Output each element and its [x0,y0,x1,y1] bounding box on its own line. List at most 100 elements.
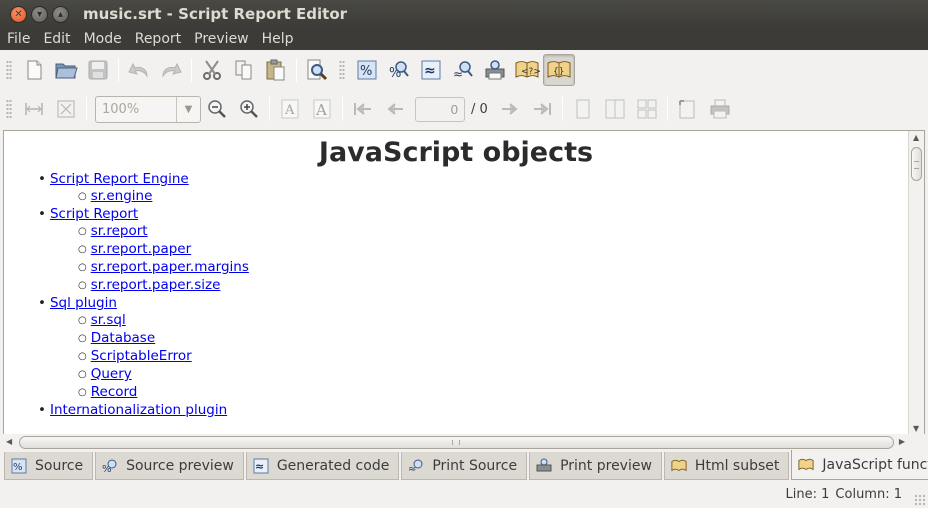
tab-label: Source [35,457,84,474]
facing-pages-icon[interactable] [599,93,631,125]
all-pages-icon[interactable] [631,93,663,125]
tab-source-preview[interactable]: % Source preview [95,452,244,480]
tab-source[interactable]: % Source [4,452,94,480]
menu-preview[interactable]: Preview [187,31,255,47]
print-source-icon: ≈ [408,458,424,474]
main-toolbar: % % ≈ ≈ <?> {} [0,50,928,90]
tab-label: Source preview [126,457,234,474]
chevron-down-icon[interactable]: ▼ [176,96,200,122]
font-larger-icon[interactable]: A [274,93,306,125]
link-script-report-engine[interactable]: Script Report Engine [50,171,189,187]
source-preview-icon: % [102,458,118,474]
tab-javascript-functions[interactable]: JavaScript functions [791,450,928,480]
menu-mode[interactable]: Mode [77,31,128,47]
horizontal-scrollbar[interactable]: ◀ ▶ [3,434,925,450]
menu-help[interactable]: Help [255,31,300,47]
cursor-column: Column: 1 [835,486,902,502]
report-view[interactable]: JavaScript objects Script Report Engine … [3,130,925,436]
link-scriptable-error[interactable]: ScriptableError [91,348,192,364]
print-source-icon[interactable]: ≈ [447,54,479,86]
tab-print-preview[interactable]: Print preview [529,452,662,480]
page-setup-icon[interactable] [672,93,704,125]
list-item: Database [78,330,908,348]
page-total: / 0 [471,101,488,117]
redo-icon[interactable] [155,54,187,86]
find-icon[interactable] [301,54,333,86]
menu-edit[interactable]: Edit [36,31,76,47]
save-icon[interactable] [82,54,114,86]
preview-toolbar: 100% ▼ A A / 0 [0,90,928,128]
menu-report[interactable]: Report [128,31,187,47]
next-page-icon[interactable] [494,93,526,125]
link-sr-report-paper[interactable]: sr.report.paper [91,241,191,257]
html-subset-icon[interactable]: <?> [511,54,543,86]
svg-text:%: % [13,462,23,473]
font-smaller-icon[interactable]: A [306,93,338,125]
open-folder-icon[interactable] [50,54,82,86]
print-icon[interactable] [704,93,736,125]
link-database[interactable]: Database [91,330,155,346]
resize-grip[interactable] [914,494,926,506]
undo-icon[interactable] [123,54,155,86]
zoom-in-icon[interactable] [233,93,265,125]
zoom-value: 100% [102,101,140,117]
maximize-icon[interactable]: ▴ [52,5,69,23]
new-file-icon[interactable] [18,54,50,86]
scroll-down-icon[interactable]: ▼ [913,424,919,433]
link-sql-plugin[interactable]: Sql plugin [50,295,117,311]
title-bar: ✕ ▾ ▴ music.srt - Script Report Editor [0,0,928,28]
print-preview-icon[interactable] [479,54,511,86]
tab-html-subset[interactable]: Html subset [663,452,790,480]
generated-code-icon[interactable]: ≈ [415,54,447,86]
list-item: sr.report.paper.margins [78,259,908,277]
link-sr-engine[interactable]: sr.engine [91,188,153,204]
copy-icon[interactable] [228,54,260,86]
paste-icon[interactable] [260,54,292,86]
link-script-report[interactable]: Script Report [50,206,138,222]
link-internationalization-plugin[interactable]: Internationalization plugin [50,402,227,418]
fit-page-icon[interactable] [50,93,82,125]
link-sr-report[interactable]: sr.report [91,223,148,239]
tab-label: Html subset [694,457,780,474]
print-preview-icon [536,458,552,474]
minimize-icon[interactable]: ▾ [31,5,48,23]
source-mode-icon[interactable]: % [351,54,383,86]
zoom-out-icon[interactable] [201,93,233,125]
list-item: sr.report.paper [78,241,908,259]
scroll-right-icon[interactable]: ▶ [899,437,905,446]
cut-icon[interactable] [196,54,228,86]
toolbar-separator [191,58,192,82]
toolbar-grip[interactable] [339,60,345,80]
tab-generated-code[interactable]: ≈ Generated code [245,452,400,480]
link-record[interactable]: Record [91,384,138,400]
page-number-input[interactable] [415,96,465,122]
link-sr-sql[interactable]: sr.sql [91,312,126,328]
single-page-icon[interactable] [567,93,599,125]
fit-width-icon[interactable] [18,93,50,125]
toolbar-grip[interactable] [6,99,12,119]
link-sr-report-paper-margins[interactable]: sr.report.paper.margins [91,259,249,275]
scroll-up-icon[interactable]: ▲ [913,133,919,142]
mode-tabs: % Source % Source preview ≈ Generated co… [0,450,928,480]
source-preview-icon[interactable]: % [383,54,415,86]
menu-bar: File Edit Mode Report Preview Help [0,28,928,50]
link-query[interactable]: Query [91,366,132,382]
list-item: ScriptableError [78,348,908,366]
tab-print-source[interactable]: ≈ Print Source [401,452,528,480]
menu-file[interactable]: File [0,31,36,47]
toolbar-separator [666,97,668,121]
javascript-functions-icon [798,457,814,473]
zoom-select[interactable]: 100% ▼ [95,95,201,123]
javascript-functions-icon[interactable]: {} [543,54,575,86]
previous-page-icon[interactable] [379,93,411,125]
vertical-scroll-thumb[interactable] [911,147,922,181]
last-page-icon[interactable] [526,93,558,125]
link-sr-report-paper-size[interactable]: sr.report.paper.size [91,277,221,293]
status-bar: Line: 1 Column: 1 [0,480,928,508]
scroll-left-icon[interactable]: ◀ [6,437,12,446]
close-icon[interactable]: ✕ [10,5,27,23]
horizontal-scroll-thumb[interactable] [19,436,894,449]
first-page-icon[interactable] [347,93,379,125]
vertical-scrollbar[interactable]: ▲ ▼ [908,131,924,435]
toolbar-grip[interactable] [6,60,12,80]
